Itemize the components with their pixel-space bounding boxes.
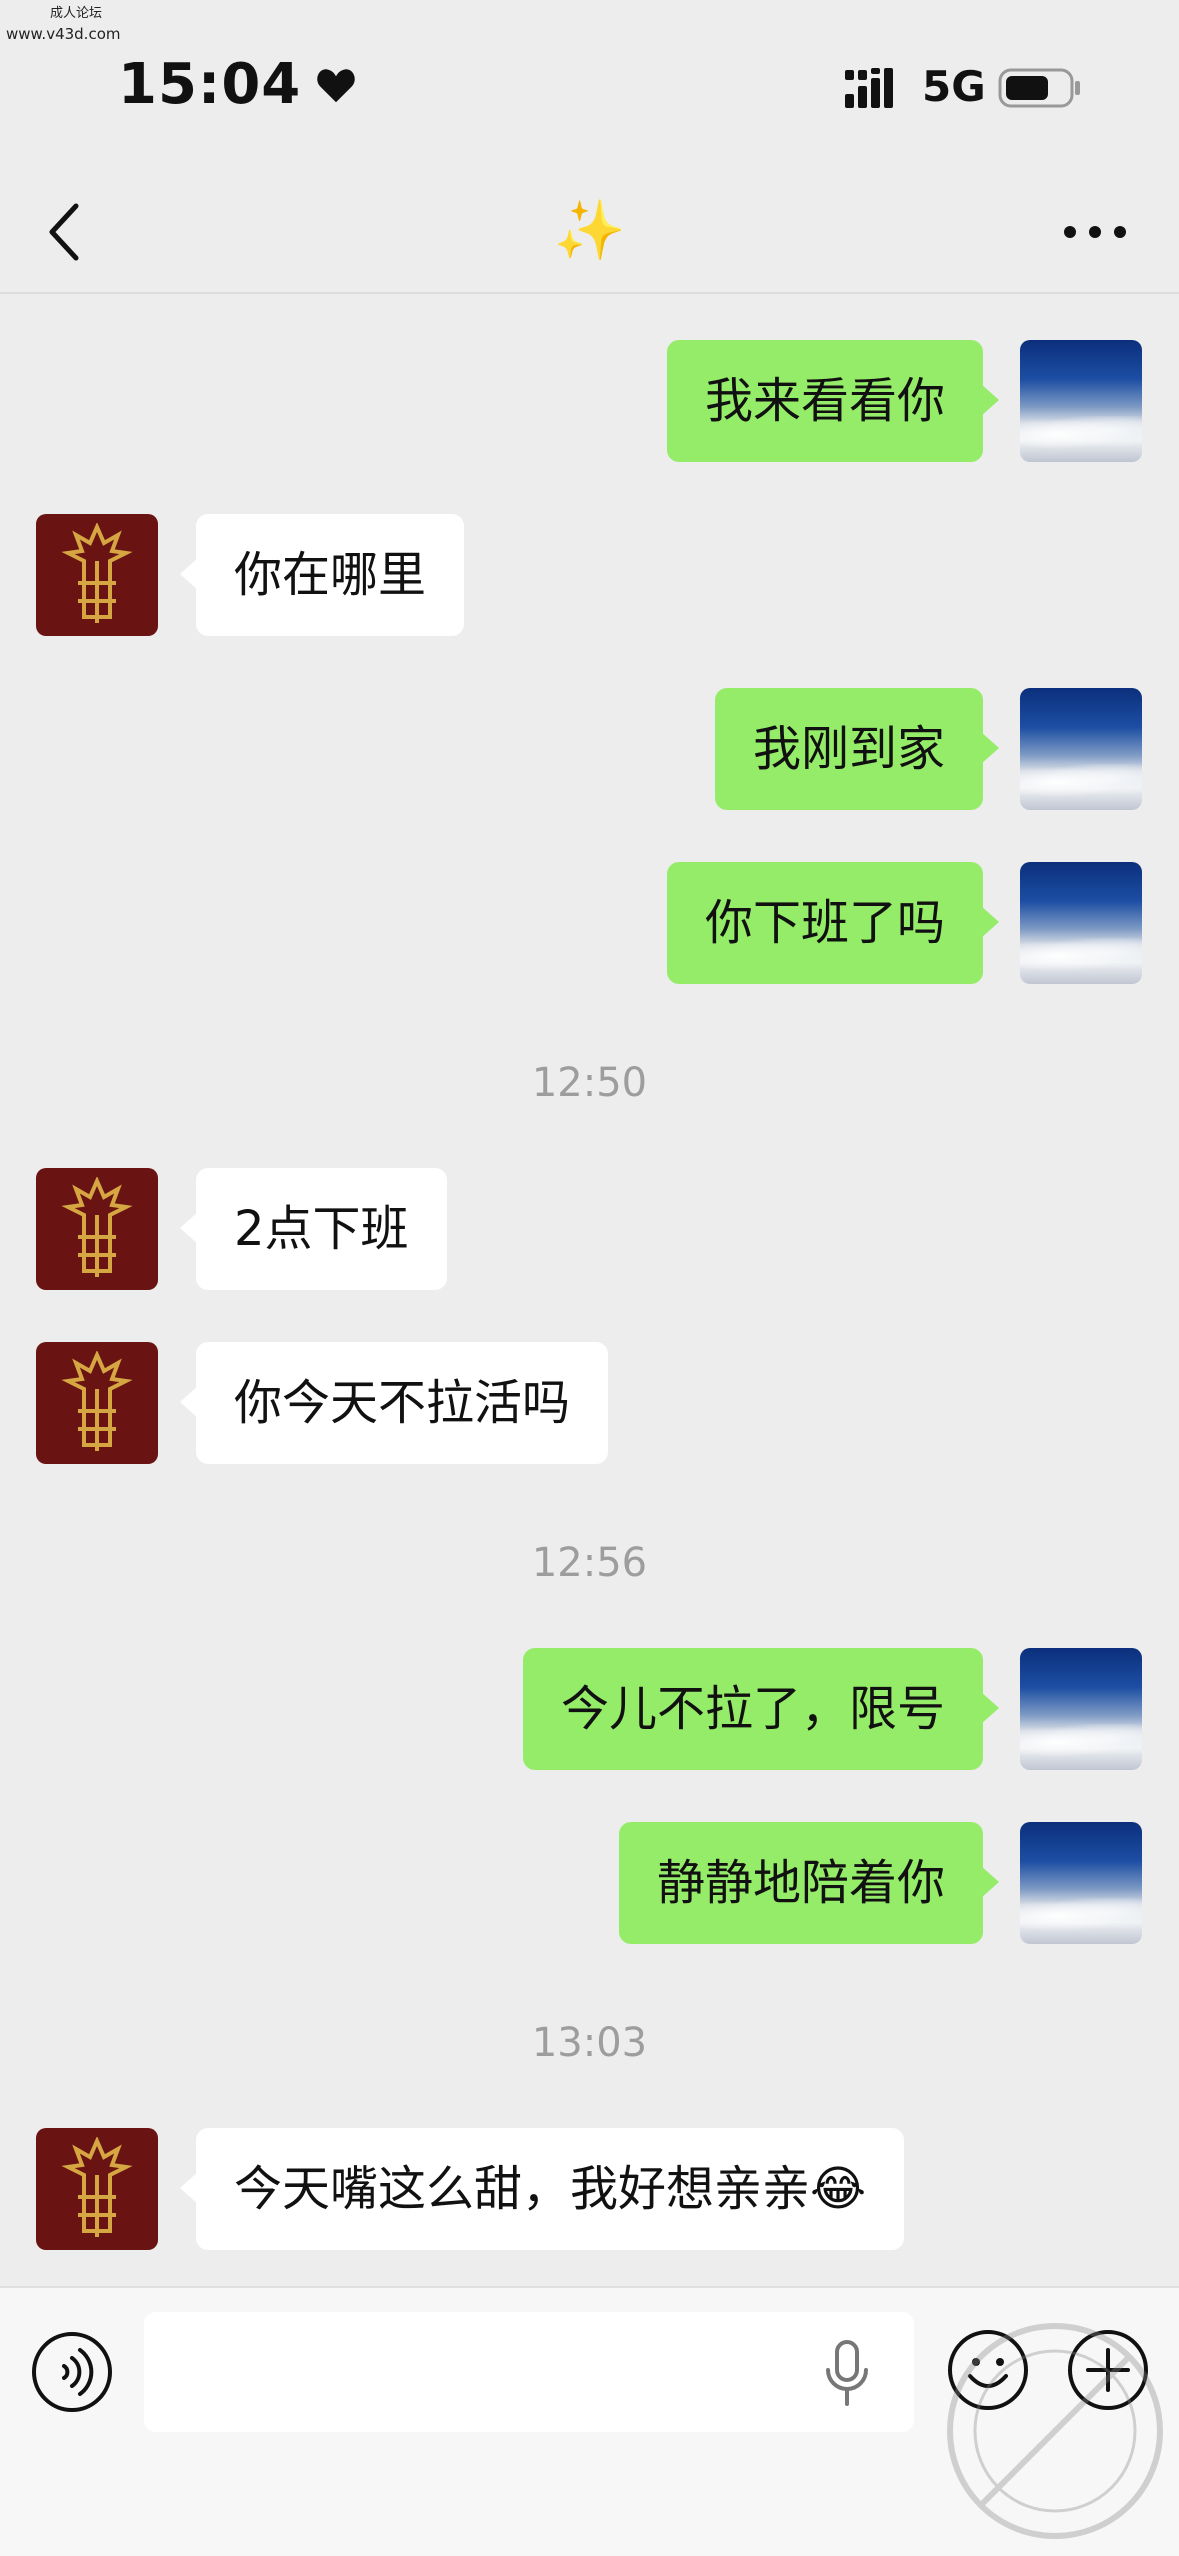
- voice-mode-icon[interactable]: [30, 2330, 114, 2414]
- microphone-icon[interactable]: [822, 2338, 872, 2408]
- self-avatar[interactable]: [1020, 340, 1142, 462]
- heart-icon: [317, 68, 356, 102]
- watermark-line2: www.v43d.com: [6, 25, 121, 43]
- message-bubble-self[interactable]: 你下班了吗: [666, 862, 1000, 984]
- network-label: 5G: [922, 62, 986, 111]
- contact-avatar[interactable]: [36, 514, 158, 636]
- self-avatar[interactable]: [1020, 862, 1142, 984]
- message-bubble-contact[interactable]: 2点下班: [180, 1168, 447, 1290]
- signal-icon: [845, 68, 893, 108]
- contact-avatar[interactable]: [36, 1342, 158, 1464]
- contact-emblem-icon: [61, 1177, 133, 1277]
- self-avatar[interactable]: [1020, 1648, 1142, 1770]
- status-time: 15:04: [118, 52, 302, 117]
- contact-emblem-icon: [61, 1351, 133, 1451]
- contact-avatar[interactable]: [36, 2128, 158, 2250]
- message-bubble-contact[interactable]: 你今天不拉活吗: [179, 1342, 609, 1464]
- emoji-icon[interactable]: [946, 2328, 1030, 2412]
- contact-emblem-icon: [61, 2137, 133, 2237]
- message-timestamp: 12:50: [531, 1060, 648, 1106]
- chat-header: ✨: [0, 170, 1179, 294]
- message-bubble-self[interactable]: 今儿不拉了，限号: [522, 1648, 1000, 1770]
- plus-icon[interactable]: [1066, 2328, 1150, 2412]
- message-input[interactable]: [144, 2312, 914, 2432]
- message-timestamp: 12:56: [531, 1540, 648, 1586]
- message-bubble-self[interactable]: 我刚到家: [714, 688, 1000, 810]
- self-avatar[interactable]: [1020, 688, 1142, 810]
- message-bubble-self[interactable]: 我来看看你: [666, 340, 1000, 462]
- message-bubble-self[interactable]: 静静地陪着你: [618, 1822, 1000, 1944]
- status-clock: 15:04: [118, 52, 357, 117]
- status-bar: 15:04 5G: [0, 0, 1179, 170]
- message-bubble-contact[interactable]: 今天嘴这么甜，我好想亲亲😂: [179, 2128, 905, 2250]
- message-timestamp: 13:03: [531, 2020, 648, 2066]
- contact-avatar[interactable]: [36, 1168, 158, 1290]
- watermark-line1: 成人论坛: [50, 6, 103, 21]
- battery-icon: [998, 68, 1080, 108]
- more-options-icon[interactable]: [1060, 214, 1130, 250]
- back-arrow-icon[interactable]: [44, 200, 84, 264]
- chat-title: ✨: [553, 196, 627, 264]
- contact-emblem-icon: [61, 523, 133, 623]
- self-avatar[interactable]: [1020, 1822, 1142, 1944]
- chat-input-bar: [0, 2286, 1179, 2556]
- watermark-text: 成人论坛 www.v43d.com: [6, 4, 121, 44]
- message-bubble-contact[interactable]: 你在哪里: [179, 514, 465, 636]
